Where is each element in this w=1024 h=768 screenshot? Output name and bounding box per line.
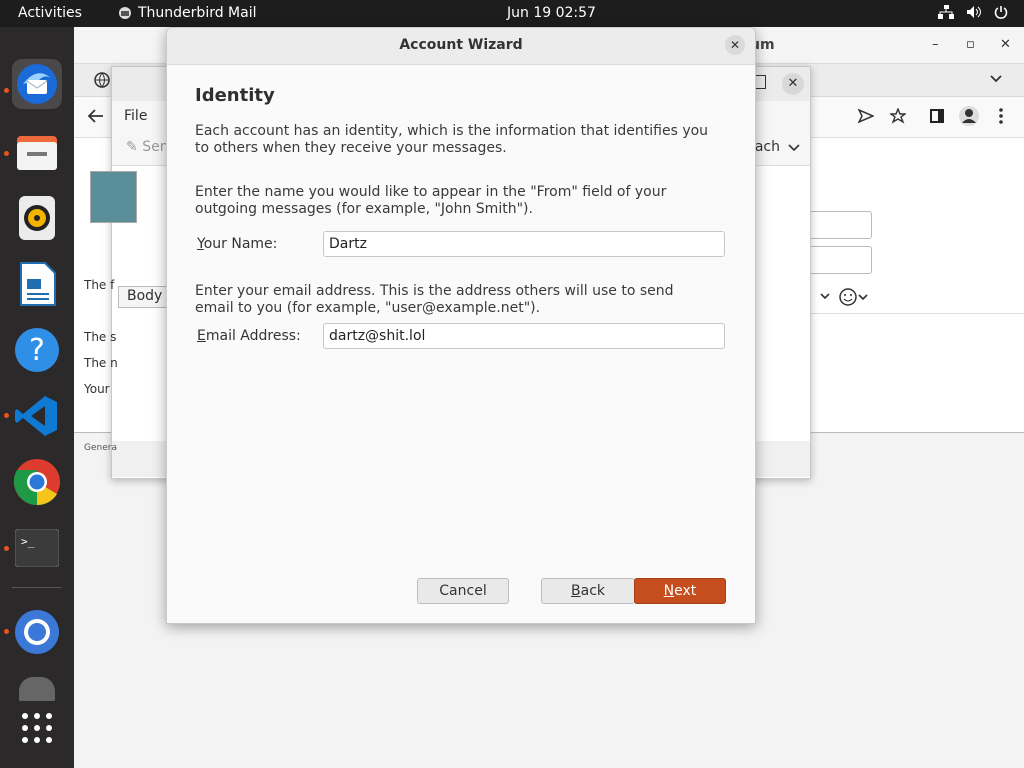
drive-icon[interactable] [12, 673, 62, 701]
thunderbird-icon[interactable] [12, 59, 62, 109]
body-line: Your [84, 382, 110, 396]
page-heading: Identity [195, 85, 275, 106]
account-wizard-dialog: Account Wizard ✕ Identity Each account h… [166, 27, 756, 624]
system-tray[interactable] [938, 5, 1008, 19]
status-text: Genera [84, 443, 117, 453]
your-name-input[interactable]: Dartz [323, 231, 725, 257]
cancel-button[interactable]: Cancel [417, 578, 509, 604]
body-line: The n [84, 356, 118, 370]
your-name-label: Your Name: [197, 236, 278, 252]
back-arrow-icon[interactable] [88, 109, 104, 123]
svg-text:?: ? [29, 333, 45, 368]
maximize-button[interactable]: ▫ [966, 37, 975, 52]
menu-file[interactable]: File [124, 108, 147, 124]
account-icon[interactable] [958, 105, 980, 127]
menu-kebab-icon[interactable] [998, 108, 1004, 124]
vscode-icon[interactable] [12, 391, 62, 441]
close-button[interactable]: ✕ [1000, 37, 1011, 52]
terminal-icon[interactable]: >_ [12, 523, 62, 573]
send-label: Sen [142, 139, 169, 155]
chrome-icon[interactable] [12, 457, 62, 507]
libreoffice-writer-icon[interactable] [12, 259, 62, 309]
send-icon[interactable] [858, 109, 874, 123]
dock: ? >_ [0, 27, 74, 768]
help-icon[interactable]: ? [12, 325, 62, 375]
emoji-icon[interactable] [838, 287, 868, 307]
running-indicator [4, 629, 9, 634]
dialog-close-icon[interactable]: ✕ [725, 35, 745, 55]
rhythmbox-icon[interactable] [12, 193, 62, 243]
running-indicator [4, 151, 9, 156]
running-indicator [4, 413, 9, 418]
clock[interactable]: Jun 19 02:57 [507, 5, 596, 21]
app-name: Thunderbird Mail [138, 5, 257, 21]
network-icon [938, 5, 954, 19]
send-button[interactable]: ✎ Sen [126, 139, 169, 155]
app-menu[interactable]: Thunderbird Mail [118, 5, 257, 21]
next-button[interactable]: Next [634, 578, 726, 604]
close-icon[interactable]: ✕ [782, 73, 804, 95]
minimize-button[interactable]: – [932, 37, 939, 52]
dock-separator [12, 587, 62, 588]
app-grid-icon[interactable] [12, 703, 62, 753]
subject-field[interactable] [804, 246, 872, 274]
svg-text:>_: >_ [21, 535, 35, 548]
globe-icon[interactable] [94, 72, 110, 88]
dialog-title: Account Wizard [399, 37, 523, 53]
intro-text: Each account has an identity, which is t… [195, 123, 709, 156]
name-help-text: Enter the name you would like to appear … [195, 184, 667, 217]
sidebar-icon[interactable] [930, 109, 944, 123]
avatar [90, 171, 137, 223]
chromium-icon[interactable] [12, 607, 62, 657]
dialog-titlebar: Account Wizard ✕ [167, 28, 755, 65]
back-button[interactable]: Back [541, 578, 635, 604]
body-line: The f [84, 278, 115, 292]
chevron-down-icon[interactable] [788, 143, 800, 153]
power-icon [994, 6, 1008, 19]
running-indicator [4, 546, 9, 551]
email-help-text: Enter your email address. This is the ad… [195, 283, 674, 316]
email-address-label: Email Address: [197, 328, 301, 344]
chevron-down-icon[interactable] [820, 293, 830, 301]
thunderbird-small-icon [119, 7, 131, 19]
email-address-input[interactable]: dartz@shit.lol [323, 323, 725, 349]
top-bar: Activities Thunderbird Mail Jun 19 02:57 [0, 0, 1024, 27]
running-indicator [4, 88, 9, 93]
activities-button[interactable]: Activities [18, 5, 82, 21]
star-icon[interactable] [890, 108, 906, 124]
files-icon[interactable] [12, 127, 62, 177]
format-toolbar [810, 283, 1024, 314]
body-line: The s [84, 330, 117, 344]
recipient-field[interactable] [804, 211, 872, 239]
chevron-down-icon[interactable] [989, 74, 1003, 84]
volume-icon [967, 6, 981, 18]
